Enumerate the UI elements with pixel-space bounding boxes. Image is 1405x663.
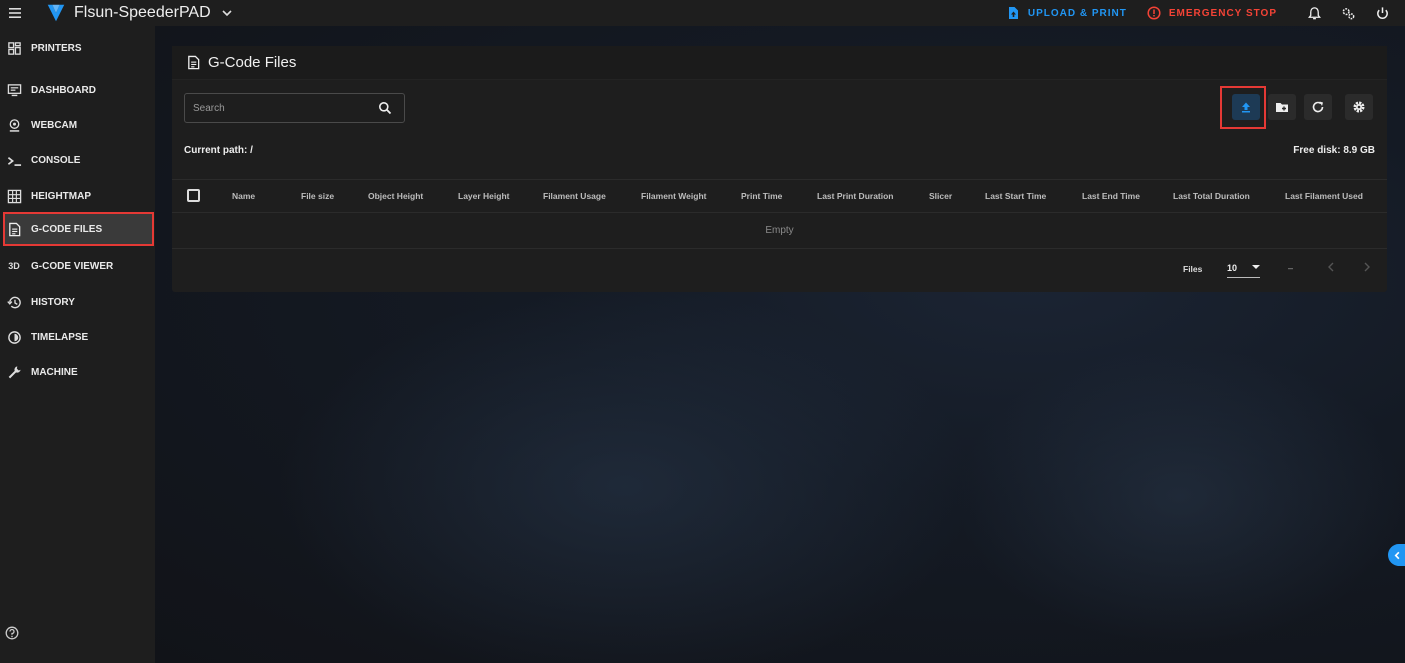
main-content: G-Code Files Current path: / Free disk: … (155, 26, 1405, 663)
sidebar-item-gcode-files[interactable]: G-CODE FILES (3, 212, 154, 246)
select-all-checkbox[interactable] (187, 189, 200, 202)
search-field[interactable] (184, 93, 405, 123)
history-icon (6, 294, 22, 310)
sidebar-item-history[interactable]: HISTORY (0, 285, 155, 319)
column-header-layer-height[interactable]: Layer Height (458, 191, 510, 201)
rows-per-page-value: 10 (1227, 263, 1238, 273)
sidebar-item-gcode-viewer[interactable]: 3D G-CODE VIEWER (0, 249, 155, 283)
sidebar-item-webcam[interactable]: WEBCAM (0, 108, 155, 142)
folder-plus-icon (1276, 103, 1288, 112)
column-header-object-height[interactable]: Object Height (368, 191, 423, 201)
rows-per-page-select[interactable]: 10 (1227, 259, 1260, 278)
current-path: Current path: / (184, 145, 253, 156)
upload-icon (1242, 102, 1250, 113)
upload-and-print-button[interactable]: UPLOAD & PRINT (1006, 6, 1127, 20)
printers-grid-icon (6, 40, 22, 56)
column-header-filament-usage[interactable]: Filament Usage (543, 191, 606, 201)
help-circle-icon[interactable] (5, 626, 19, 640)
column-header-print-time[interactable]: Print Time (741, 191, 782, 201)
sidebar-item-machine[interactable]: MACHINE (0, 355, 155, 389)
printer-selector[interactable]: Flsun-SpeederPAD (74, 4, 233, 22)
chevron-left-icon[interactable] (1324, 260, 1338, 274)
upload-file-button[interactable] (1232, 94, 1260, 120)
console-icon (6, 152, 22, 168)
wrench-icon (6, 364, 22, 380)
refresh-button[interactable] (1304, 94, 1332, 120)
rows-per-page-label: Files (1183, 264, 1203, 274)
emergency-stop-label: EMERGENCY STOP (1168, 7, 1277, 19)
column-header-name[interactable]: Name (232, 191, 255, 201)
gear-icon (1353, 101, 1365, 113)
gcode-files-panel: G-Code Files Current path: / Free disk: … (172, 46, 1387, 292)
chevron-left-icon (1394, 551, 1400, 559)
upload-and-print-label: UPLOAD & PRINT (1027, 7, 1127, 19)
file-document-icon (6, 221, 22, 237)
column-header-last-end-time[interactable]: Last End Time (1082, 191, 1140, 201)
sidebar-toggle-button[interactable] (1388, 544, 1405, 566)
sidebar-item-heightmap[interactable]: HEIGHTMAP (0, 179, 155, 213)
sidebar-item-label: MACHINE (31, 366, 78, 378)
column-header-last-print-duration[interactable]: Last Print Duration (817, 191, 894, 201)
menu-icon[interactable] (0, 0, 30, 26)
table-header: Name File size Object Height Layer Heigh… (172, 179, 1387, 213)
alert-circle-icon (1147, 6, 1161, 20)
dropdown-arrow-icon (1252, 265, 1260, 269)
sidebar-item-label: PRINTERS (31, 42, 82, 54)
heightmap-icon (6, 188, 22, 204)
sidebar-item-label: HEIGHTMAP (31, 190, 91, 202)
sidebar: PRINTERS DASHBOARD WEBCAM CONSOLE HEIGHT… (0, 26, 155, 663)
timelapse-icon (6, 329, 22, 345)
sidebar-item-label: G-CODE VIEWER (31, 260, 114, 272)
sidebar-item-label: HISTORY (31, 296, 75, 308)
printer-name-label: Flsun-SpeederPAD (74, 4, 211, 21)
webcam-icon (6, 117, 22, 133)
sidebar-item-timelapse[interactable]: TIMELAPSE (0, 320, 155, 354)
bell-icon[interactable] (1297, 0, 1331, 26)
column-header-filament-weight[interactable]: Filament Weight (641, 191, 707, 201)
column-header-last-total-duration[interactable]: Last Total Duration (1173, 191, 1250, 201)
sidebar-item-label: G-CODE FILES (31, 223, 103, 235)
settings-button[interactable] (1345, 94, 1373, 120)
background-image (275, 286, 975, 663)
column-header-file-size[interactable]: File size (301, 191, 334, 201)
file-document-icon (188, 55, 200, 70)
sidebar-item-dashboard[interactable]: DASHBOARD (0, 73, 155, 107)
settings-cogs-icon[interactable] (1331, 0, 1365, 26)
background-image-overlay (955, 346, 1405, 646)
mainsail-logo-icon (42, 0, 70, 26)
emergency-stop-button[interactable]: EMERGENCY STOP (1147, 6, 1277, 20)
power-icon[interactable] (1365, 0, 1399, 26)
table-footer: Files 10 – (172, 250, 1387, 290)
app-bar: Flsun-SpeederPAD UPLOAD & PRINT EMERGENC… (0, 0, 1405, 26)
page-range: – (1288, 263, 1294, 273)
sidebar-item-label: DASHBOARD (31, 84, 96, 96)
panel-header: G-Code Files (172, 46, 1387, 80)
free-disk: Free disk: 8.9 GB (1293, 145, 1375, 156)
refresh-icon (1312, 101, 1324, 113)
sidebar-item-label: WEBCAM (31, 119, 78, 131)
panel-title: G-Code Files (208, 54, 297, 71)
chevron-down-icon (222, 10, 232, 17)
empty-state-text: Empty (765, 225, 794, 236)
column-header-slicer[interactable]: Slicer (929, 191, 952, 201)
table-empty-row: Empty (172, 214, 1387, 249)
column-header-last-filament-used[interactable]: Last Filament Used (1285, 191, 1363, 201)
dashboard-icon (6, 82, 22, 98)
sidebar-item-label: CONSOLE (31, 154, 81, 166)
sidebar-item-label: TIMELAPSE (31, 331, 89, 343)
search-input[interactable] (193, 102, 363, 114)
column-header-last-start-time[interactable]: Last Start Time (985, 191, 1046, 201)
create-folder-button[interactable] (1268, 94, 1296, 120)
3d-icon: 3D (8, 261, 20, 271)
sidebar-item-console[interactable]: CONSOLE (0, 143, 155, 177)
file-upload-icon (1008, 7, 1018, 19)
sidebar-item-printers[interactable]: PRINTERS (0, 31, 155, 65)
search-icon[interactable] (378, 101, 392, 115)
chevron-right-icon[interactable] (1360, 260, 1374, 274)
